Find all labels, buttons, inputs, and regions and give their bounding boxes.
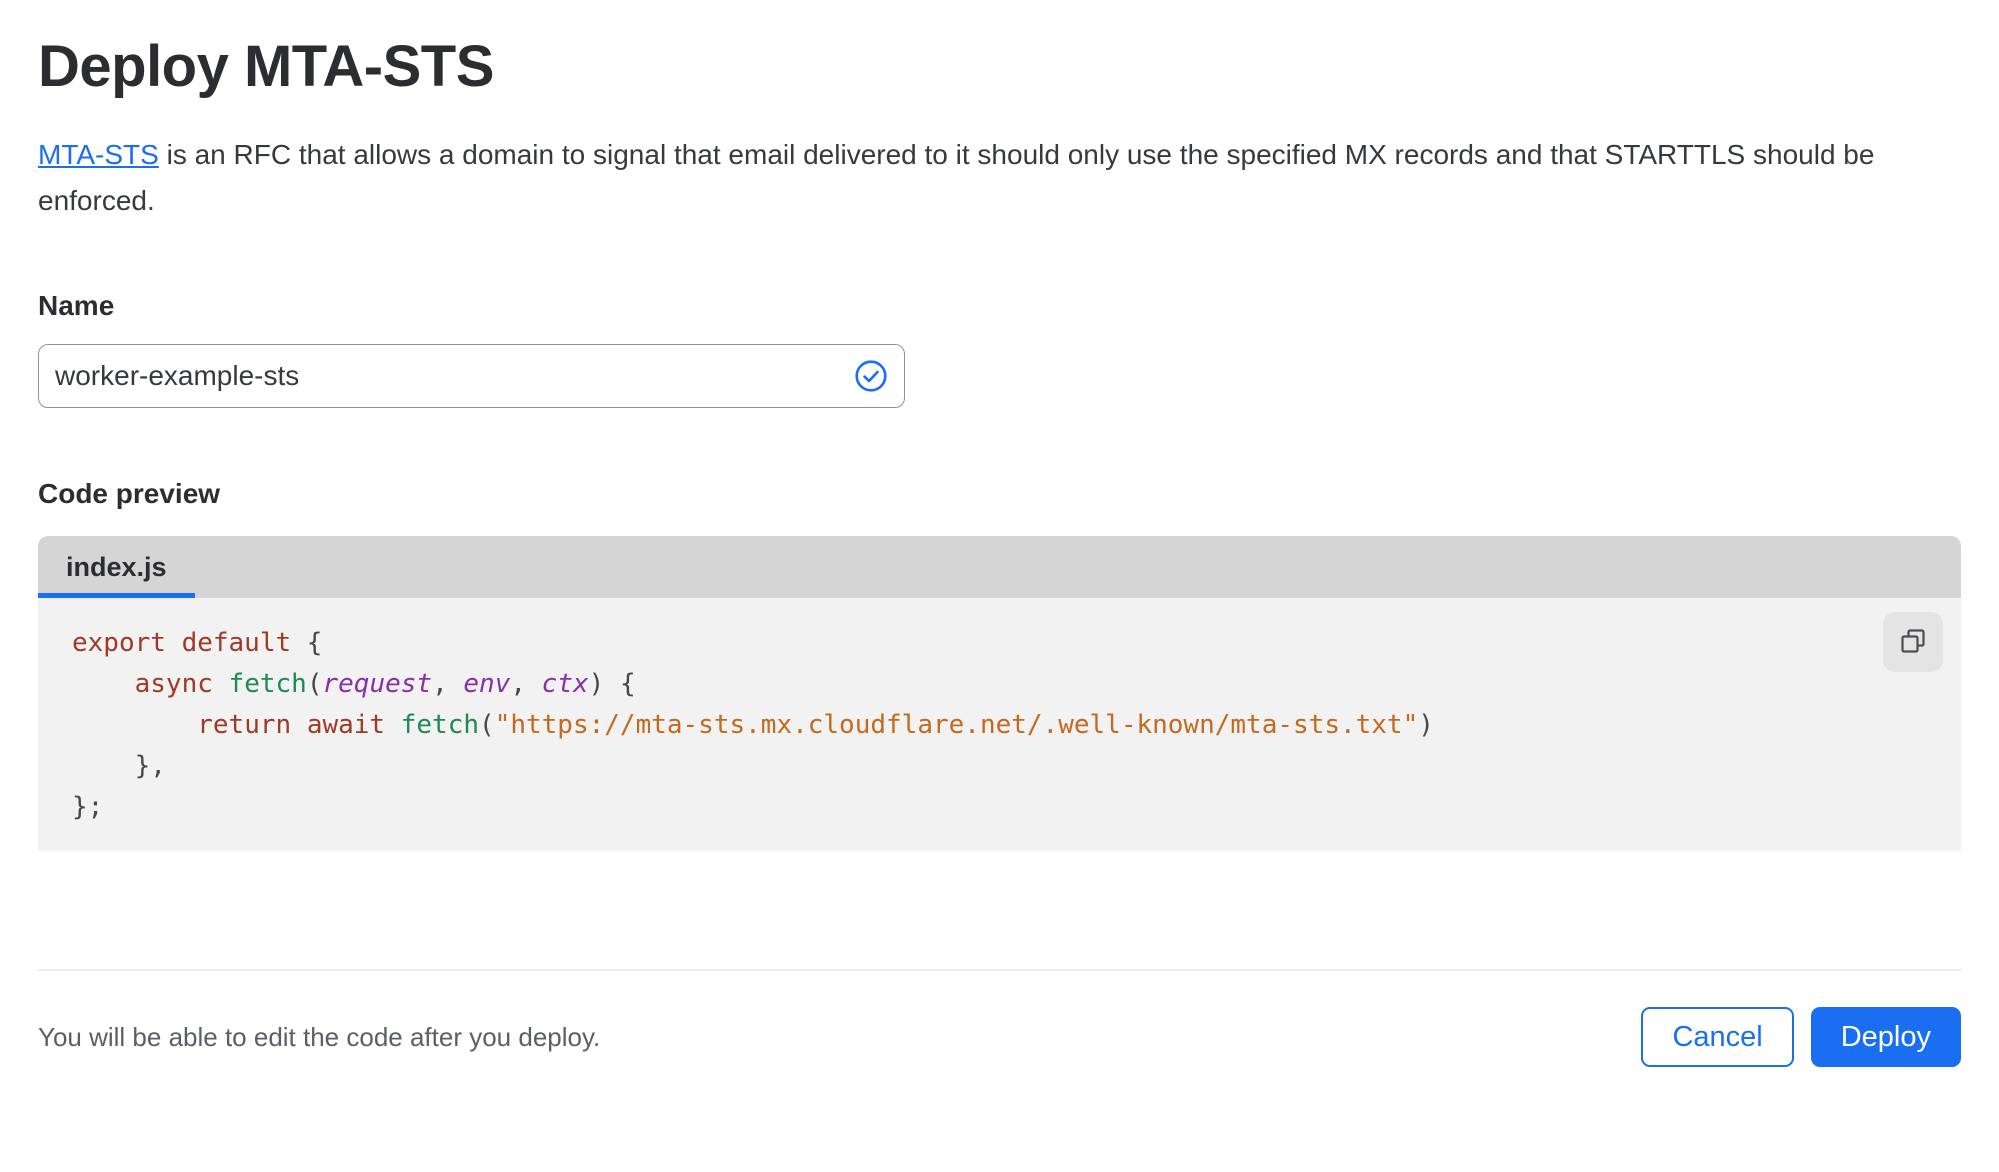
check-circle-icon xyxy=(854,359,888,393)
deploy-button[interactable]: Deploy xyxy=(1810,1007,1961,1067)
tab-index-js[interactable]: index.js xyxy=(38,536,195,598)
code-editor: export default { async fetch(request, en… xyxy=(38,598,1961,851)
name-input[interactable] xyxy=(38,344,905,408)
description-text: is an RFC that allows a domain to signal… xyxy=(38,139,1875,216)
footer-actions: Cancel Deploy xyxy=(1641,1007,1961,1067)
name-input-wrap xyxy=(38,344,905,408)
code-content: export default { async fetch(request, en… xyxy=(72,628,1434,822)
description: MTA-STS is an RFC that allows a domain t… xyxy=(38,132,1908,224)
cancel-button[interactable]: Cancel xyxy=(1641,1007,1794,1067)
code-preview-panel: index.js export default { async fetch(re… xyxy=(38,536,1961,851)
code-preview-label: Code preview xyxy=(38,478,221,509)
footer-note: You will be able to edit the code after … xyxy=(38,1021,601,1052)
page-title: Deploy MTA-STS xyxy=(38,34,494,99)
name-label: Name xyxy=(38,290,115,321)
deploy-mta-sts-page: Deploy MTA-STS MTA-STS is an RFC that al… xyxy=(0,34,1999,1067)
footer-divider xyxy=(38,969,1961,971)
copy-icon xyxy=(1897,625,1929,660)
mta-sts-link[interactable]: MTA-STS xyxy=(38,139,159,170)
code-tab-bar: index.js xyxy=(38,536,1961,598)
tab-label: index.js xyxy=(66,551,167,582)
copy-button[interactable] xyxy=(1883,612,1943,672)
footer: You will be able to edit the code after … xyxy=(38,979,1961,1067)
